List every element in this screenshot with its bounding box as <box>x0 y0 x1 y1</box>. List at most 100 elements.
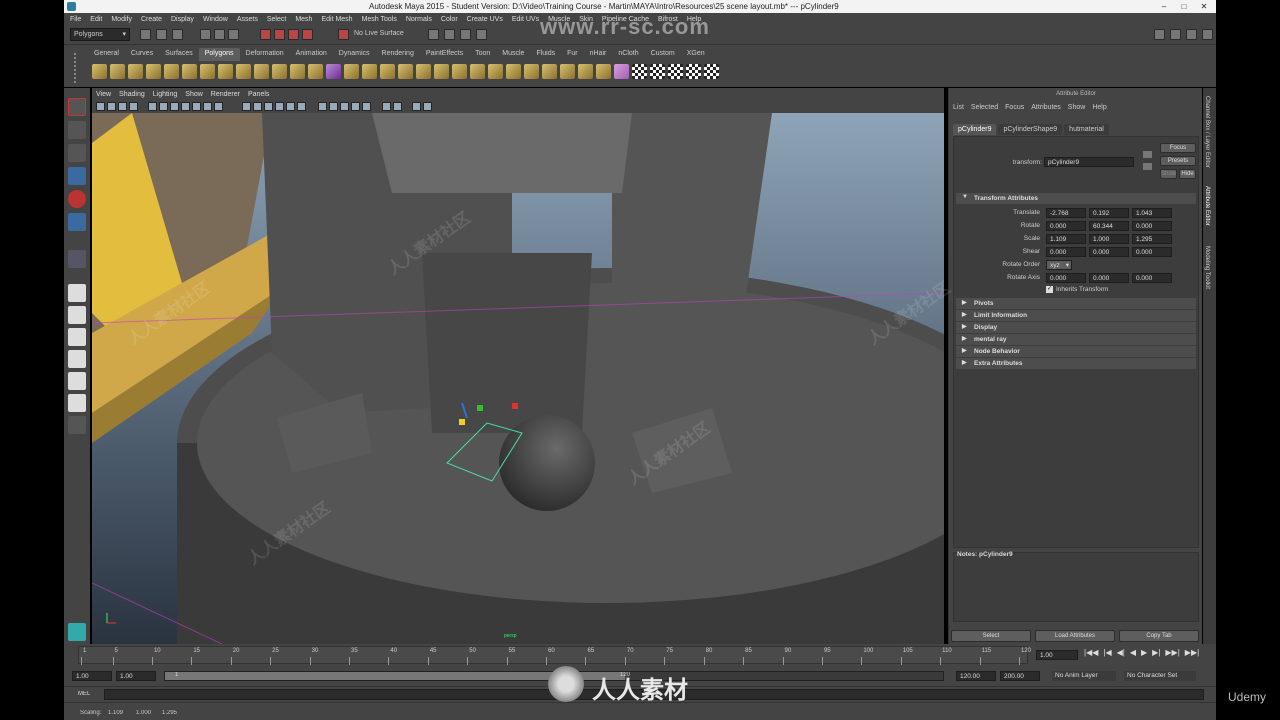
persp-outliner-layout-icon[interactable] <box>68 328 86 346</box>
isolate-select-icon[interactable] <box>382 102 391 111</box>
menu-edit[interactable]: Edit <box>90 16 102 23</box>
poly-pyramid-icon[interactable] <box>218 64 233 79</box>
inherits-transform-checkbox[interactable]: ✓ <box>1046 286 1053 293</box>
four-view-layout-icon[interactable] <box>68 306 86 324</box>
go-to-output-icon[interactable] <box>1143 163 1152 170</box>
snap-grid-icon[interactable] <box>260 29 271 40</box>
panel-menu-panels[interactable]: Panels <box>248 91 269 98</box>
time-slider[interactable]: 1 5 10 15 20 25 30 35 40 45 50 55 60 65 70 75 80 85 90 95 10… <box>64 644 1216 666</box>
camera-attributes-icon[interactable] <box>107 102 116 111</box>
scale-y-field[interactable]: 1.000 <box>1089 234 1129 244</box>
fill-hole-icon[interactable] <box>542 64 557 79</box>
play-forwards-icon[interactable]: ▶ <box>1141 648 1147 657</box>
single-perspective-layout-icon[interactable] <box>68 284 86 302</box>
anim-layer-dropdown[interactable]: No Anim Layer <box>1052 671 1116 681</box>
tab-channel-box[interactable]: Channel Box / Layer Editor <box>1204 96 1210 168</box>
textured-icon[interactable] <box>275 102 284 111</box>
toggle-channel-box-icon[interactable] <box>1170 29 1181 40</box>
smooth-shade-icon[interactable] <box>253 102 262 111</box>
wedge-icon[interactable] <box>524 64 539 79</box>
section-transform-attributes[interactable]: ▼ Transform Attributes <box>956 193 1196 204</box>
shelf-tab-general[interactable]: General <box>88 48 125 61</box>
shelf-tab-fluids[interactable]: Fluids <box>530 48 561 61</box>
step-back-key-icon[interactable]: |◀ <box>1103 648 1111 657</box>
rotate-y-field[interactable]: 60.344 <box>1089 221 1129 231</box>
menu-color[interactable]: Color <box>441 16 458 23</box>
bridge-icon[interactable] <box>362 64 377 79</box>
scale-z-field[interactable]: 1.295 <box>1132 234 1172 244</box>
poly-cube-purple-icon[interactable] <box>326 64 341 79</box>
current-frame-field[interactable]: 1.00 <box>1036 650 1078 660</box>
poly-torus-icon[interactable] <box>182 64 197 79</box>
copy-tab-button[interactable]: Copy Tab <box>1119 630 1199 642</box>
poly-cone-icon[interactable] <box>146 64 161 79</box>
toggle-tool-settings-icon[interactable] <box>1202 29 1213 40</box>
shelf-tab-curves[interactable]: Curves <box>125 48 159 61</box>
auto-map-icon[interactable] <box>614 64 629 79</box>
insert-edge-loop-icon[interactable] <box>416 64 431 79</box>
render-settings-icon[interactable] <box>460 29 471 40</box>
shelf-tab-surfaces[interactable]: Surfaces <box>159 48 199 61</box>
panel-menu-shading[interactable]: Shading <box>119 91 145 98</box>
section-limit-information[interactable]: ▶ Limit Information <box>956 310 1196 321</box>
uv-unfold-icon[interactable] <box>704 64 719 79</box>
panel-settings-icon[interactable] <box>423 102 432 111</box>
uv-editor-icon[interactable] <box>686 64 701 79</box>
toggle-attr-editor-icon[interactable] <box>1186 29 1197 40</box>
panel-menu-renderer[interactable]: Renderer <box>211 91 240 98</box>
wireframe-icon[interactable] <box>242 102 251 111</box>
maximize-panel-icon[interactable] <box>412 102 421 111</box>
tab-modeling-toolkit[interactable]: Modeling Toolkit <box>1204 246 1210 289</box>
panel-menu-lighting[interactable]: Lighting <box>153 91 178 98</box>
close-button[interactable]: ✕ <box>1194 0 1214 13</box>
shadows-icon[interactable] <box>297 102 306 111</box>
tab-hutmaterial[interactable]: hutmaterial <box>1064 124 1109 135</box>
bookmarks-icon[interactable] <box>118 102 127 111</box>
uv-layout-icon[interactable] <box>668 64 683 79</box>
append-polygon-icon[interactable] <box>380 64 395 79</box>
ae-menu-focus[interactable]: Focus <box>1005 104 1024 111</box>
panel-menu-show[interactable]: Show <box>185 91 203 98</box>
viewport-panel[interactable]: View Shading Lighting Show Renderer Pane… <box>92 88 944 644</box>
lasso-tool-icon[interactable] <box>68 121 86 139</box>
toggle-panel-icon[interactable] <box>1154 29 1165 40</box>
shelf-tab-fur[interactable]: Fur <box>561 48 584 61</box>
menu-select[interactable]: Select <box>267 16 286 23</box>
film-gate-icon[interactable] <box>159 102 168 111</box>
planar-map-icon[interactable] <box>560 64 575 79</box>
ae-menu-list[interactable]: List <box>953 104 964 111</box>
notes-panel[interactable]: Notes: pCylinder9 <box>953 551 1199 622</box>
menu-display[interactable]: Display <box>171 16 194 23</box>
step-forward-frame-icon[interactable]: ▶| <box>1152 648 1160 657</box>
section-extra-attributes[interactable]: ▶ Extra Attributes <box>956 358 1196 369</box>
rotate-x-field[interactable]: 0.000 <box>1046 221 1086 231</box>
translate-y-field[interactable]: 0.192 <box>1089 208 1129 218</box>
safe-title-icon[interactable] <box>214 102 223 111</box>
tab-pcylindershape9[interactable]: pCylinderShape9 <box>998 124 1063 135</box>
section-display[interactable]: ▶ Display <box>956 322 1196 333</box>
use-all-lights-icon[interactable] <box>286 102 295 111</box>
scale-tool-icon[interactable] <box>68 213 86 231</box>
playback-start-field[interactable]: 1.00 <box>116 671 156 681</box>
playback-end-field[interactable]: 120.00 <box>956 671 996 681</box>
shelf-menu-icon[interactable] <box>74 53 84 83</box>
go-to-input-icon[interactable] <box>1143 151 1152 158</box>
shelf-tab-nhair[interactable]: nHair <box>584 48 613 61</box>
shelf-tab-toon[interactable]: Toon <box>469 48 496 61</box>
collapse-icon[interactable] <box>488 64 503 79</box>
menu-set-dropdown[interactable]: Polygons ▾ <box>70 28 130 41</box>
hypershade-icon[interactable] <box>476 29 487 40</box>
translate-x-field[interactable]: -2.768 <box>1046 208 1086 218</box>
ae-menu-show[interactable]: Show <box>1068 104 1086 111</box>
xray-icon[interactable] <box>318 102 327 111</box>
paint-select-tool-icon[interactable] <box>68 144 86 162</box>
manipulator-x-handle[interactable] <box>512 403 518 409</box>
grid-icon[interactable] <box>148 102 157 111</box>
shelf-tab-animation[interactable]: Animation <box>290 48 333 61</box>
manipulator-y-handle[interactable] <box>477 405 483 411</box>
rotate-axis-z-field[interactable]: 0.000 <box>1132 273 1172 283</box>
field-chart-icon[interactable] <box>192 102 201 111</box>
rotate-tool-icon[interactable] <box>68 190 86 208</box>
poly-plane-icon[interactable] <box>164 64 179 79</box>
new-scene-icon[interactable] <box>140 29 151 40</box>
